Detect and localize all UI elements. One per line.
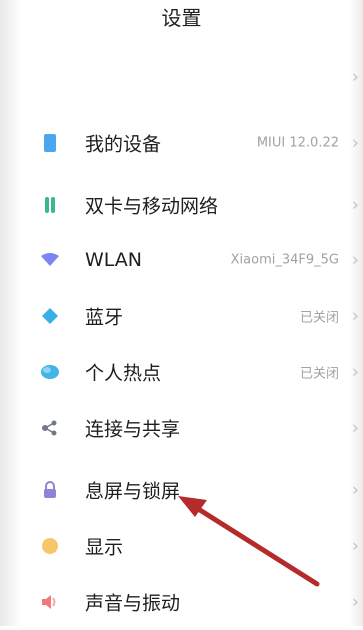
- settings-item-lock-screen[interactable]: 息屏与锁屏 ›: [22, 462, 363, 518]
- settings-item-label: 我的设备: [85, 133, 162, 156]
- chevron-right-icon: ›: [351, 535, 359, 557]
- bluetooth-icon: [40, 306, 60, 326]
- left-edge-shadow: [0, 0, 22, 626]
- settings-item-connection-sharing[interactable]: 连接与共享 ›: [22, 400, 363, 456]
- settings-item-bluetooth[interactable]: 蓝牙 已关闭 ›: [22, 288, 363, 344]
- settings-item-value: 已关闭: [299, 366, 339, 382]
- settings-item-value: Xiaomi_34F9_5G: [230, 252, 339, 268]
- settings-item-wlan[interactable]: WLAN Xiaomi_34F9_5G ›: [22, 232, 363, 288]
- settings-item-value: MIUI 12.0.22: [256, 135, 339, 151]
- settings-item-label: 显示: [85, 536, 124, 559]
- chevron-right-icon: ›: [351, 249, 359, 271]
- lock-icon: [40, 480, 60, 500]
- settings-item-sound-vibration[interactable]: 声音与振动 ›: [22, 574, 363, 630]
- wifi-icon: [40, 250, 60, 270]
- settings-item-my-device[interactable]: 我的设备 MIUI 12.0.22 ›: [22, 115, 363, 171]
- hotspot-icon: [40, 362, 60, 382]
- sim-dual-icon: [40, 195, 60, 215]
- settings-item-label: 个人热点: [85, 362, 162, 385]
- sound-icon: [40, 592, 60, 612]
- settings-item-dual-sim[interactable]: 双卡与移动网络 ›: [22, 177, 363, 233]
- chevron-right-icon: ›: [351, 591, 359, 613]
- chevron-right-icon: ›: [351, 479, 359, 501]
- chevron-right-icon: ›: [351, 417, 359, 439]
- share-icon: [40, 418, 60, 438]
- settings-item-hotspot[interactable]: 个人热点 已关闭 ›: [22, 344, 363, 400]
- chevron-right-icon: ›: [351, 66, 359, 88]
- settings-item-display[interactable]: 显示 ›: [22, 518, 363, 574]
- settings-item-label: WLAN: [85, 249, 143, 271]
- settings-row-top[interactable]: ›: [22, 54, 363, 100]
- chevron-right-icon: ›: [351, 361, 359, 383]
- page-title: 设置: [161, 6, 202, 30]
- settings-item-label: 双卡与移动网络: [85, 195, 219, 218]
- settings-item-label: 蓝牙: [85, 306, 124, 329]
- phone-icon: [40, 133, 60, 153]
- settings-item-label: 息屏与锁屏: [85, 480, 181, 503]
- chevron-right-icon: ›: [351, 132, 359, 154]
- display-icon: [40, 536, 60, 556]
- chevron-right-icon: ›: [351, 305, 359, 327]
- chevron-right-icon: ›: [351, 194, 359, 216]
- settings-item-label: 声音与振动: [85, 592, 181, 615]
- settings-item-label: 连接与共享: [85, 418, 181, 441]
- settings-item-value: 已关闭: [299, 310, 339, 326]
